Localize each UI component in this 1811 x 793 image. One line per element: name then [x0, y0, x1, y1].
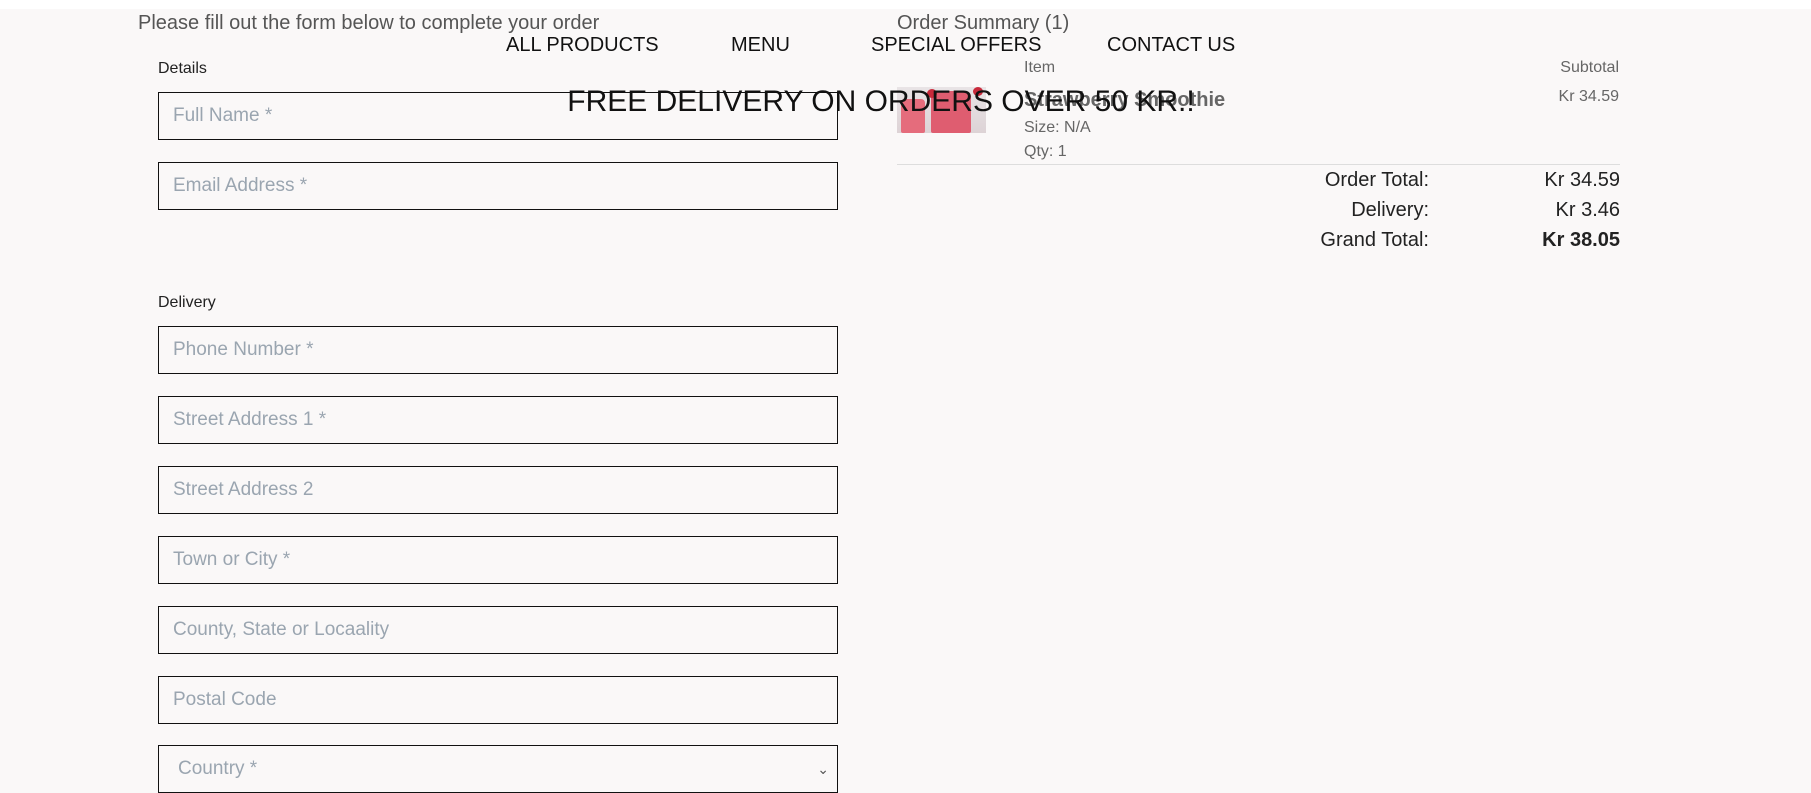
subtotal-column-header: Subtotal [1560, 59, 1619, 76]
postal-code-input[interactable] [159, 677, 837, 723]
county-field[interactable] [158, 606, 838, 654]
email-field[interactable] [158, 162, 838, 210]
free-delivery-banner: FREE DELIVERY ON ORDERS OVER 50 KR.! [567, 85, 1195, 118]
main-nav: ALL PRODUCTS MENU SPECIAL OFFERS CONTACT… [0, 31, 1811, 61]
order-total-value: Kr 34.59 [1544, 169, 1620, 191]
chevron-down-icon: ⌄ [817, 761, 829, 777]
street-address-2-input[interactable] [159, 467, 837, 513]
item-quantity: Qty: 1 [1024, 143, 1067, 160]
grand-total-value: Kr 38.05 [1542, 229, 1620, 251]
delivery-label: Delivery: [1351, 199, 1429, 221]
grand-total-label: Grand Total: [1320, 229, 1429, 251]
item-column-header: Item [1024, 59, 1056, 76]
summary-divider [897, 164, 1620, 165]
country-select[interactable]: Country * ⌄ [158, 745, 838, 793]
phone-field[interactable] [158, 326, 838, 374]
item-size: Size: N/A [1024, 119, 1091, 136]
street-address-1-field[interactable] [158, 396, 838, 444]
email-input[interactable] [159, 163, 837, 209]
top-strip [0, 0, 1811, 9]
phone-input[interactable] [159, 327, 837, 373]
county-input[interactable] [159, 607, 837, 653]
street-address-2-field[interactable] [158, 466, 838, 514]
nav-menu[interactable]: MENU [731, 31, 790, 59]
delivery-section-label: Delivery [158, 294, 216, 311]
nav-contact-us[interactable]: CONTACT US [1107, 31, 1235, 59]
town-city-field[interactable] [158, 536, 838, 584]
delivery-value: Kr 3.46 [1555, 199, 1620, 221]
details-section-label: Details [158, 60, 207, 77]
postal-code-field[interactable] [158, 676, 838, 724]
order-total-label: Order Total: [1324, 169, 1429, 191]
street-address-1-input[interactable] [159, 397, 837, 443]
nav-all-products[interactable]: ALL PRODUCTS [506, 31, 659, 59]
town-city-input[interactable] [159, 537, 837, 583]
nav-special-offers[interactable]: SPECIAL OFFERS [871, 31, 1041, 59]
